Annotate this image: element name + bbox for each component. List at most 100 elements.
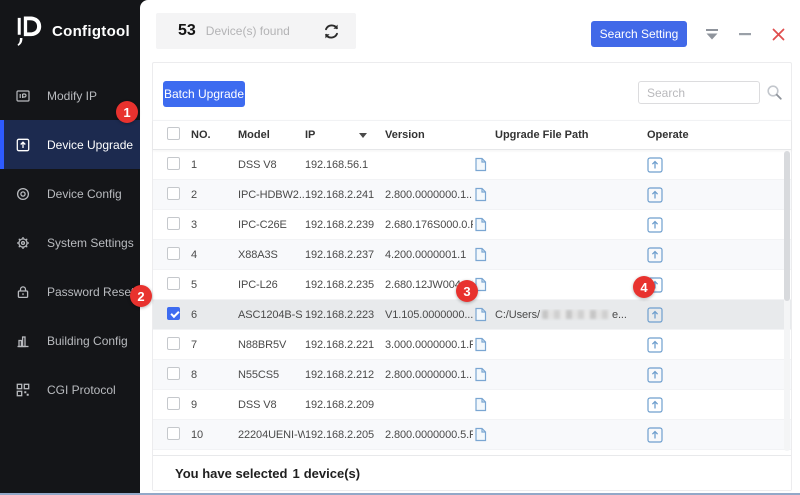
row-no: 3 (191, 219, 238, 231)
file-icon (473, 397, 488, 412)
browse-file-button[interactable] (473, 187, 495, 202)
bar-chart-icon (16, 334, 30, 348)
row-no: 10 (191, 429, 238, 441)
upload-icon (647, 427, 663, 443)
selection-summary: You have selected 1 device(s) (153, 455, 791, 490)
upgrade-button[interactable] (647, 157, 791, 173)
upgrade-button[interactable] (647, 307, 791, 323)
table-row[interactable]: 10 22204UENI-W 192.168.2.205 2.800.00000… (153, 420, 791, 450)
upload-icon (647, 337, 663, 353)
row-ip: 192.168.2.209 (305, 399, 385, 411)
table-row[interactable]: 8 N55CS5 192.168.2.212 2.800.0000000.1..… (153, 360, 791, 390)
callout-badge-2: 2 (130, 285, 152, 307)
row-checkbox[interactable] (167, 247, 180, 260)
callout-badge-3: 3 (456, 280, 478, 302)
row-model: N55CS5 (238, 369, 305, 381)
column-header-version: Version (385, 129, 473, 141)
upgrade-button[interactable] (647, 187, 791, 203)
upload-icon (647, 247, 663, 263)
row-no: 4 (191, 249, 238, 261)
collapse-menu-icon[interactable] (704, 26, 720, 42)
row-no: 2 (191, 189, 238, 201)
row-checkbox[interactable] (167, 337, 180, 350)
row-checkbox[interactable] (167, 217, 180, 230)
sidebar-item-system-settings[interactable]: System Settings (0, 218, 140, 267)
table-scrollbar (784, 151, 790, 451)
table-row[interactable]: 4 X88A3S 192.168.2.237 4.200.0000001.1 (153, 240, 791, 270)
row-ip: 192.168.2.205 (305, 429, 385, 441)
row-checkbox[interactable] (167, 427, 180, 440)
table-row[interactable]: 6 ASC1204B-S 192.168.2.223 V1.105.000000… (153, 300, 791, 330)
upload-icon (647, 397, 663, 413)
device-upgrade-panel: Batch Upgrade NO. Model IP (152, 62, 792, 491)
sidebar-nav: Modify IP Device Upgrade Device Confi (0, 71, 140, 414)
sidebar-item-label: Device Config (47, 187, 122, 201)
device-config-icon (16, 187, 30, 201)
sidebar-item-password-reset[interactable]: Password Reset (0, 267, 140, 316)
upload-icon (647, 217, 663, 233)
sidebar-item-cgi-protocol[interactable]: CGI Protocol (0, 365, 140, 414)
browse-file-button[interactable] (473, 307, 495, 322)
row-no: 8 (191, 369, 238, 381)
row-ip: 192.168.56.1 (305, 159, 385, 171)
sidebar-item-building-config[interactable]: Building Config (0, 316, 140, 365)
row-no: 6 (191, 309, 238, 321)
row-ip: 192.168.2.212 (305, 369, 385, 381)
file-icon (473, 247, 488, 262)
table-row[interactable]: 1 DSS V8 192.168.56.1 (153, 150, 791, 180)
browse-file-button[interactable] (473, 247, 495, 262)
selection-text-suffix: device(s) (304, 466, 360, 481)
select-all-checkbox[interactable] (167, 127, 180, 140)
minimize-icon[interactable] (737, 26, 753, 42)
lock-icon (16, 285, 30, 299)
file-icon (473, 217, 488, 232)
browse-file-button[interactable] (473, 217, 495, 232)
row-ip: 192.168.2.223 (305, 309, 385, 321)
sidebar-item-device-upgrade[interactable]: Device Upgrade (0, 120, 140, 169)
row-model: IPC-L26 (238, 279, 305, 291)
row-no: 1 (191, 159, 238, 171)
card-toolbar: Batch Upgrade (153, 63, 791, 120)
row-upgrade-path: C:/Users/e... (495, 309, 647, 321)
search-input[interactable] (638, 81, 760, 104)
table-row[interactable]: 9 DSS V8 192.168.2.209 (153, 390, 791, 420)
sidebar-item-device-config[interactable]: Device Config (0, 169, 140, 218)
sidebar: Configtool Modify IP (0, 0, 140, 493)
column-header-upgrade-file-path: Upgrade File Path (495, 129, 647, 141)
row-checkbox[interactable] (167, 397, 180, 410)
upload-icon (647, 187, 663, 203)
upgrade-button[interactable] (647, 397, 791, 413)
upgrade-button[interactable] (647, 427, 791, 443)
refresh-button[interactable] (323, 23, 340, 40)
row-checkbox[interactable] (167, 277, 180, 290)
row-ip: 192.168.2.241 (305, 189, 385, 201)
search-setting-button[interactable]: Search Setting (591, 21, 687, 47)
table-row[interactable]: 2 IPC-HDBW2... 192.168.2.241 2.800.00000… (153, 180, 791, 210)
upgrade-button[interactable] (647, 217, 791, 233)
row-no: 9 (191, 399, 238, 411)
row-checkbox[interactable] (167, 187, 180, 200)
device-count-box: 53 Device(s) found (156, 13, 356, 49)
upgrade-button[interactable] (647, 367, 791, 383)
upgrade-button[interactable] (647, 337, 791, 353)
upgrade-button[interactable] (647, 277, 791, 293)
browse-file-button[interactable] (473, 337, 495, 352)
search-icon[interactable] (766, 84, 783, 101)
browse-file-button[interactable] (473, 157, 495, 172)
ip-sort-caret-icon[interactable] (359, 133, 367, 138)
scrollbar-thumb[interactable] (784, 151, 790, 301)
sidebar-item-label: Password Reset (47, 285, 134, 299)
browse-file-button[interactable] (473, 367, 495, 382)
browse-file-button[interactable] (473, 397, 495, 412)
row-checkbox[interactable] (167, 157, 180, 170)
upgrade-button[interactable] (647, 247, 791, 263)
row-checkbox[interactable] (167, 367, 180, 380)
close-icon[interactable] (770, 26, 786, 42)
table-row[interactable]: 3 IPC-C26E 192.168.2.239 2.680.176S000.0… (153, 210, 791, 240)
browse-file-button[interactable] (473, 427, 495, 442)
batch-upgrade-button[interactable]: Batch Upgrade (163, 81, 245, 107)
sidebar-item-label: System Settings (47, 236, 134, 250)
row-model: IPC-C26E (238, 219, 305, 231)
table-row[interactable]: 7 N88BR5V 192.168.2.221 3.000.0000000.1.… (153, 330, 791, 360)
row-checkbox[interactable] (167, 307, 180, 320)
